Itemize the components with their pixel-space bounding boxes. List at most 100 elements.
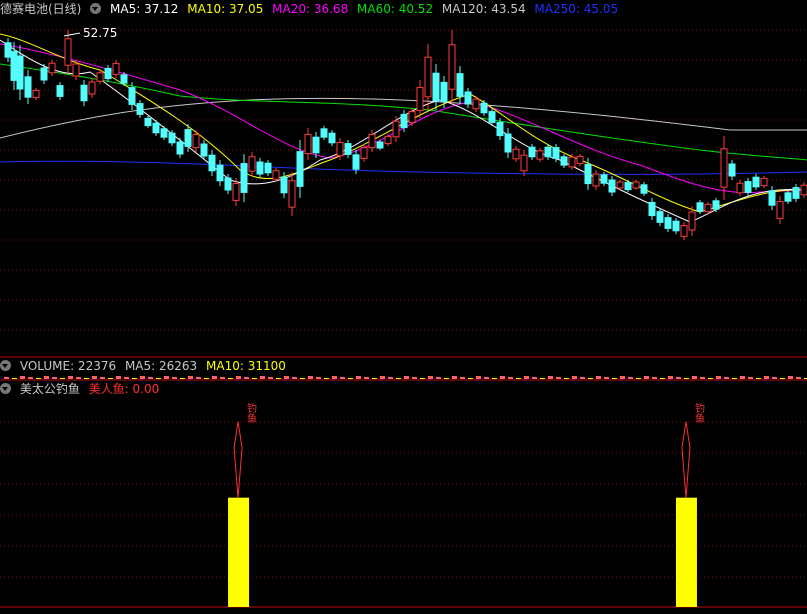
volume-bar <box>508 377 513 379</box>
volume-bar <box>164 376 169 379</box>
candle-body <box>320 128 328 138</box>
candle-body <box>80 84 88 102</box>
candle-body <box>776 201 784 219</box>
volume-bar <box>300 378 305 379</box>
volume-bar <box>100 377 105 379</box>
volume-bar <box>316 377 321 379</box>
candle-body <box>216 164 224 182</box>
candle-body <box>472 98 480 110</box>
volume-bar <box>132 378 137 379</box>
candle-body <box>16 55 24 90</box>
candle-body <box>616 181 624 189</box>
volume-collapse-icon[interactable] <box>0 360 11 371</box>
volume-bar <box>756 378 761 379</box>
candle-body <box>624 181 632 191</box>
volume-bar <box>428 376 433 379</box>
candle-body <box>4 42 12 58</box>
volume-bar <box>604 377 609 379</box>
volume-bar <box>244 377 249 379</box>
volume-bar <box>732 378 737 379</box>
collapse-icon[interactable] <box>90 3 102 14</box>
candle-body <box>488 111 496 123</box>
volume-bar <box>572 376 577 379</box>
candle-body <box>64 38 72 66</box>
volume-bar <box>28 377 33 379</box>
signal-labels: 钓鱼 钓鱼 <box>245 402 705 423</box>
candle-body <box>96 72 104 82</box>
candle-body <box>40 67 48 81</box>
volume-bar <box>548 376 553 379</box>
volume-bar <box>92 376 97 379</box>
candle-body <box>88 81 96 95</box>
candle-body <box>504 133 512 153</box>
volume-bar <box>420 378 425 379</box>
candle-body <box>344 143 352 155</box>
volume-bar <box>68 376 73 379</box>
volume-header: VOLUME: 22376 MA5: 26263 MA10: 31100 <box>0 358 291 375</box>
volume-bar <box>348 378 353 379</box>
volume-bar <box>716 376 721 379</box>
candle-body <box>200 143 208 157</box>
volume-bar <box>108 378 113 379</box>
candle-body <box>264 162 272 174</box>
stock-chart-window: 52.75 钓鱼 钓鱼 德赛电池(日线) MA5: 37.12 MA10: 37… <box>0 0 807 614</box>
volume-bar <box>332 376 337 379</box>
candle-body <box>256 161 264 175</box>
candle-body <box>528 146 536 158</box>
candle-body <box>32 89 40 99</box>
volume-bar <box>4 377 9 379</box>
volume-bar <box>236 376 241 379</box>
candle-body <box>360 147 368 159</box>
volume-bar <box>684 378 689 379</box>
volume-bar <box>212 376 217 379</box>
volume-bar <box>652 377 657 379</box>
candle-body <box>544 146 552 158</box>
candle-body <box>432 72 440 102</box>
candle-body <box>120 74 128 84</box>
candle-body <box>304 133 312 155</box>
indicator-title: 美太公钓鱼 <box>19 382 80 396</box>
indicator-header: 美太公钓鱼 美人鱼: 0.00 <box>0 381 164 398</box>
volume-bar <box>692 376 697 379</box>
signal-bar <box>675 497 697 607</box>
volume-bar <box>492 378 497 379</box>
volume-bar <box>740 376 745 379</box>
candle-body <box>656 211 664 223</box>
signal-label-2: 钓鱼 <box>693 402 705 423</box>
candle-body <box>760 177 768 187</box>
candle-body <box>328 132 336 144</box>
candle-body <box>728 163 736 177</box>
candle-body <box>288 180 296 208</box>
candle-body <box>104 67 112 80</box>
candle-body <box>168 132 176 144</box>
candle-body <box>352 154 360 170</box>
candle-body <box>384 135 392 145</box>
candle-body <box>496 121 504 137</box>
candle-body <box>376 141 384 149</box>
volume-bar <box>532 377 537 379</box>
candle-body <box>144 117 152 127</box>
volume-bar <box>772 377 777 379</box>
volume-bar <box>708 378 713 379</box>
candle-body <box>784 192 792 202</box>
volume-bar <box>668 376 673 379</box>
volume-bar <box>220 377 225 379</box>
candle-body <box>208 154 216 172</box>
candle-body <box>552 147 560 159</box>
candle-body <box>712 200 720 210</box>
stock-title: 德赛电池(日线) <box>0 2 82 16</box>
candle-body <box>272 170 280 180</box>
volume-bar <box>500 376 505 379</box>
volume-bar <box>188 376 193 379</box>
indicator-collapse-icon[interactable] <box>0 383 11 394</box>
candle-body <box>456 73 464 97</box>
volume-bar <box>356 376 361 379</box>
signal-spike <box>681 421 691 498</box>
volume-bar <box>484 377 489 379</box>
volume-bar <box>444 378 449 379</box>
candle-body <box>232 183 240 201</box>
candle-body <box>680 225 688 237</box>
volume-label: VOLUME: 22376 <box>19 359 117 373</box>
candle-body <box>368 133 376 149</box>
candle-body <box>592 173 600 187</box>
